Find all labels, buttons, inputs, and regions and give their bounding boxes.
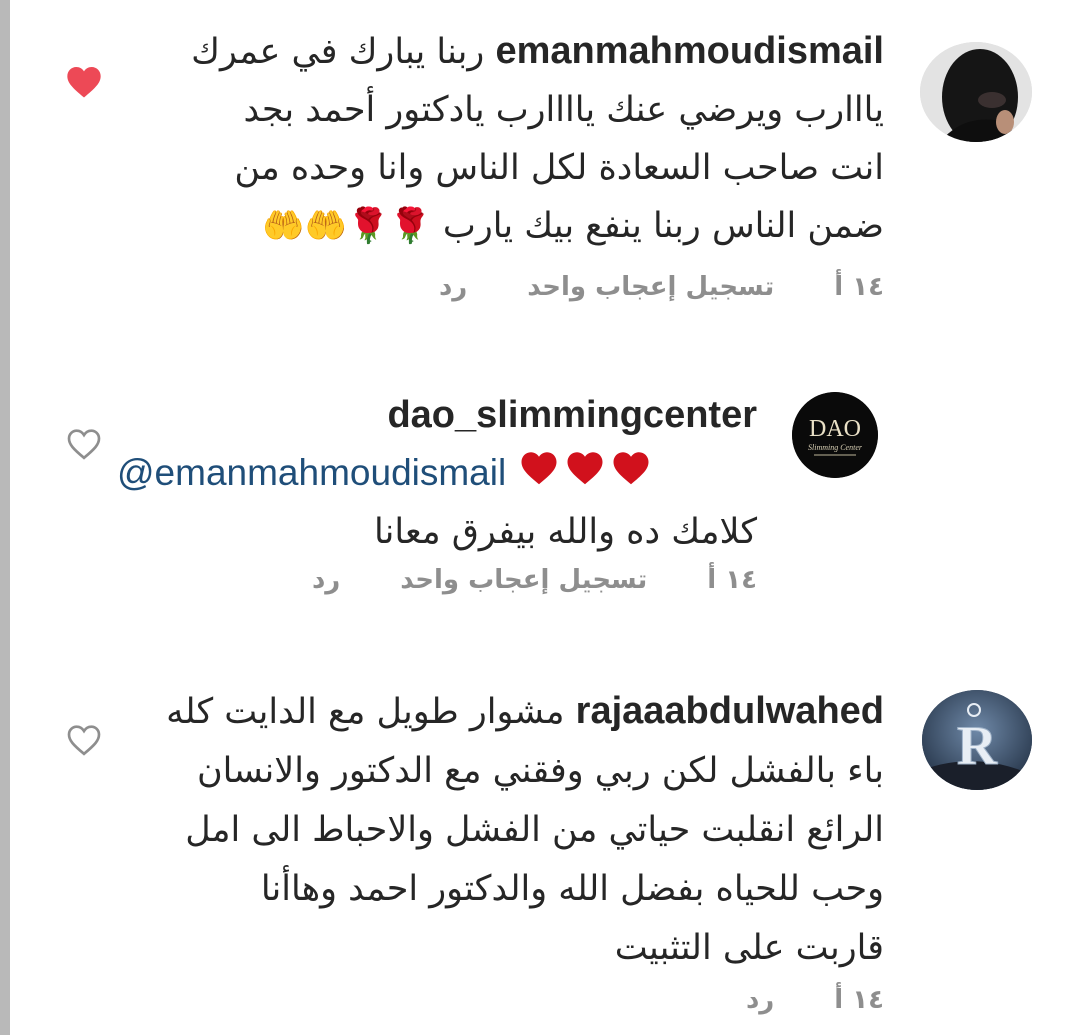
comment-username[interactable]: dao_slimmingcenter (117, 386, 757, 444)
avatar[interactable]: DAO Slimming Center (792, 392, 878, 478)
comment-body: emanmahmoudismail ربنا يبارك في عمرك ياا… (164, 22, 884, 255)
comment-time: ١٤ أ (834, 985, 884, 1015)
comment-text: باء بالفشل لكن ربي وفقني مع الدكتور والا… (196, 751, 884, 791)
comment-body: rajaaabdulwahed مشوار طويل مع الدايت كله… (144, 682, 884, 978)
letter-r-avatar-icon: R (922, 690, 1032, 790)
svg-text:Slimming Center: Slimming Center (808, 443, 863, 452)
comment-line-1: rajaaabdulwahed مشوار طويل مع الدايت كله (144, 682, 884, 742)
comment-line-4: ضمن الناس ربنا ينفع بيك يارب 🌹🌹🤲🤲 (164, 197, 884, 255)
dao-logo-icon: DAO Slimming Center (792, 392, 878, 478)
comment-text: مشوار طويل مع الدايت كله (166, 692, 565, 732)
comment-time: ١٤ أ (834, 272, 884, 302)
svg-text:DAO: DAO (809, 416, 861, 442)
comment-line-1: emanmahmoudismail ربنا يبارك في عمرك (164, 22, 884, 81)
comment-line-2: @emanmahmoudismail (117, 444, 757, 503)
reply-button[interactable]: رد (439, 272, 467, 302)
comment-meta: ١٤ أ رد (746, 985, 884, 1015)
likes-count-link[interactable]: تسجيل إعجاب واحد (400, 565, 647, 595)
avatar[interactable] (920, 42, 1032, 142)
heart-filled-icon[interactable] (64, 62, 104, 102)
red-heart-icon (567, 452, 603, 485)
comment-username[interactable]: rajaaabdulwahed (576, 690, 884, 732)
comment-body: dao_slimmingcenter @emanmahmoudismail كل… (117, 386, 757, 561)
svg-text:R: R (957, 715, 998, 777)
comment-meta: ١٤ أ تسجيل إعجاب واحد رد (439, 272, 884, 302)
heart-outline-icon[interactable] (64, 424, 104, 464)
comment-text: ربنا يبارك في عمرك (191, 32, 485, 72)
rose-pray-emoji-icons: 🌹🌹🤲🤲 (262, 206, 432, 246)
profile-photo-veiled-woman-icon (920, 42, 1032, 142)
red-heart-icon (613, 452, 649, 485)
mention-link[interactable]: @emanmahmoudismail (117, 452, 506, 493)
comment-meta: ١٤ أ تسجيل إعجاب واحد رد (312, 565, 757, 595)
comment-text: قاربت على التثبيت (614, 928, 884, 968)
comment-text: كلامك ده والله بيفرق معانا (373, 512, 757, 552)
scrollbar-track[interactable] (0, 0, 10, 1035)
comment-text: انت صاحب السعادة لكل الناس وانا وحده من (234, 148, 884, 188)
comment-time: ١٤ أ (707, 565, 757, 595)
heart-outline-icon[interactable] (64, 720, 104, 760)
red-hearts-emoji-icons (517, 447, 653, 489)
reply-button[interactable]: رد (312, 565, 340, 595)
red-heart-icon (521, 452, 557, 485)
comment-text: الرائع انقلبت حياتي من الفشل والاحباط ال… (185, 810, 884, 850)
likes-count-link[interactable]: تسجيل إعجاب واحد (527, 272, 774, 302)
reply-button[interactable]: رد (746, 985, 774, 1015)
comment-text: يااارب ويرضي عنك ياااارب يادكتور أحمد بج… (243, 90, 884, 130)
avatar[interactable]: R (922, 690, 1032, 790)
comment-text: ضمن الناس ربنا ينفع بيك يارب (442, 206, 884, 246)
comment-username[interactable]: emanmahmoudismail (495, 30, 884, 72)
comment-text: وحب للحياه بفضل الله والدكتور احمد وهاأن… (260, 869, 884, 909)
